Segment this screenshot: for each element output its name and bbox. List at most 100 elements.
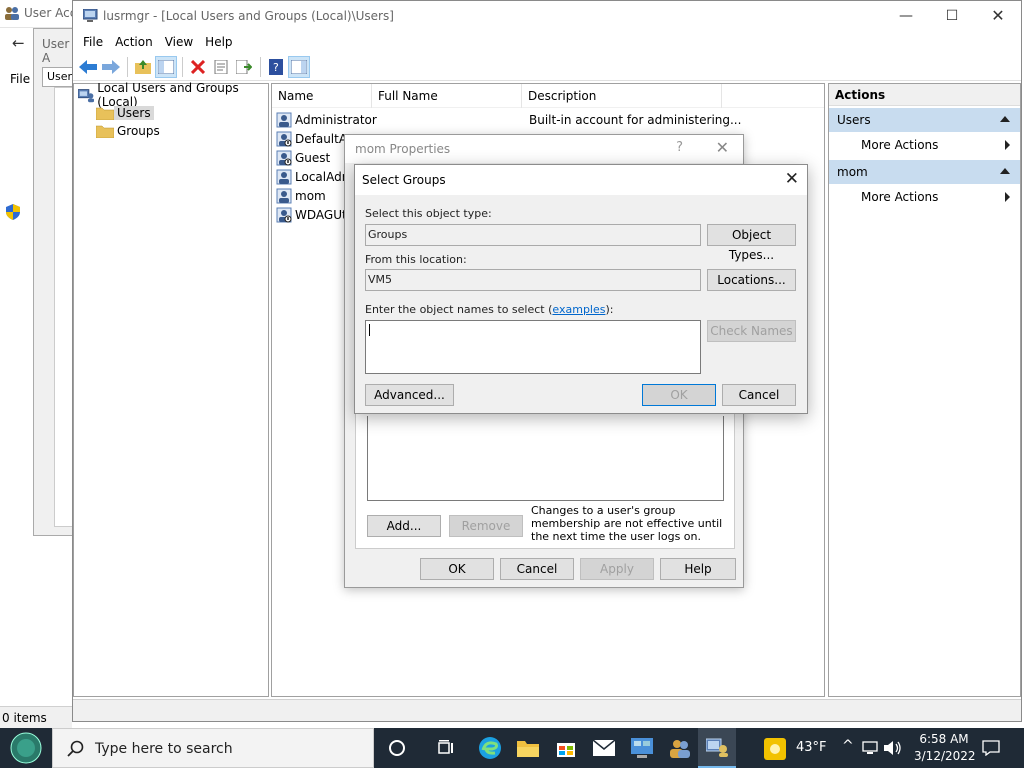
action-pane-icon [291,59,307,74]
close-icon[interactable]: ✕ [716,138,729,157]
minimize-button[interactable]: — [883,1,929,31]
user-name: Guest [295,151,331,165]
notifications-icon[interactable] [982,740,1000,756]
menu-bar: File Action View Help [73,31,1021,53]
help-button[interactable]: Help [660,558,736,580]
menu-action[interactable]: Action [109,35,159,49]
back-arrow-icon[interactable]: ← [12,34,25,52]
actions-section-mom[interactable]: mom [829,160,1020,184]
delete-x-icon [191,59,205,74]
tree-node-root[interactable]: Local Users and Groups (Local) [78,81,268,109]
check-names-button[interactable]: Check Names [707,320,796,342]
mail-taskbar-button[interactable] [585,728,623,768]
toolbar-separator [260,56,261,77]
network-icon[interactable] [862,741,878,755]
help-button[interactable]: ? [265,56,287,78]
maximize-button[interactable]: ☐ [929,1,975,31]
toolbar-separator [182,56,183,77]
start-button[interactable] [0,728,52,768]
collapse-up-icon[interactable] [1000,116,1010,122]
search-box[interactable]: Type here to search [52,728,374,768]
edge-taskbar-button[interactable] [471,728,509,768]
svg-text:?: ? [273,61,279,74]
back-button[interactable] [77,56,99,78]
volume-icon[interactable] [884,740,902,756]
cancel-button[interactable]: Cancel [722,384,796,406]
object-names-label-suffix: ): [605,303,614,316]
help-question-icon[interactable]: ? [676,140,683,155]
advanced-button[interactable]: Advanced... [365,384,454,406]
column-description[interactable]: Description [522,84,722,108]
weather-sun-icon[interactable] [764,738,786,760]
forward-button[interactable] [100,56,122,78]
add-button[interactable]: Add... [367,515,441,537]
member-of-list[interactable] [367,416,724,501]
toolbar-separator [127,56,128,77]
disabled-user-icon [276,150,292,166]
ok-button[interactable]: OK [420,558,494,580]
store-bag-icon [557,743,575,757]
more-actions-users[interactable]: More Actions [829,132,1020,158]
actions-section-title: Users [837,113,871,127]
background-menu-file[interactable]: File [10,72,30,86]
control-panel-taskbar-button[interactable] [623,728,661,768]
clock-date[interactable]: 3/12/2022 [914,749,976,763]
object-types-button[interactable]: Object Types... [707,224,796,262]
users-icon [5,7,19,20]
export-list-button[interactable] [233,56,255,78]
up-one-level-button[interactable] [132,56,154,78]
table-row[interactable]: Administrator Built-in account for admin… [276,111,816,130]
show-hide-action-pane-button[interactable] [288,55,310,78]
weather-temperature[interactable]: 43°F [796,740,827,755]
chevron-up-icon[interactable]: ^ [842,738,854,754]
menu-view[interactable]: View [159,35,199,49]
show-hide-console-tree-button[interactable] [155,55,177,78]
file-explorer-taskbar-button[interactable] [509,728,547,768]
user-name: WDAGUti [295,208,351,222]
submenu-arrow-icon [1005,140,1010,150]
search-icon [67,740,84,757]
delete-button[interactable] [187,56,209,78]
select-groups-titlebar: Select Groups ✕ [355,165,807,195]
task-view-icon [438,740,453,754]
tree-node-users[interactable]: Users [96,104,154,122]
object-names-input[interactable] [365,320,701,374]
properties-icon [214,59,228,74]
menu-help[interactable]: Help [199,35,238,49]
select-groups-dialog: Select Groups ✕ Select this object type:… [354,164,808,414]
store-taskbar-button[interactable] [547,728,585,768]
tree-node-groups[interactable]: Groups [96,122,163,140]
object-names-label: Enter the object names to select (exampl… [365,303,613,316]
more-actions-mom[interactable]: More Actions [829,184,1020,210]
collapse-up-icon[interactable] [1000,168,1010,174]
tree-users-label: Users [114,106,154,120]
column-full-name[interactable]: Full Name [372,84,522,108]
export-list-icon [236,59,252,74]
task-view-button[interactable] [427,728,465,768]
tree-groups-label: Groups [117,124,160,138]
list-header: Name Full Name Description [272,84,824,108]
close-button[interactable]: ✕ [975,1,1021,31]
forward-arrow-icon [102,59,120,74]
more-actions-label: More Actions [861,138,939,152]
clock-time[interactable]: 6:58 AM [914,732,974,746]
mail-envelope-icon [593,740,615,756]
locations-button[interactable]: Locations... [707,269,796,291]
ok-button[interactable]: OK [642,384,716,406]
cortana-button[interactable] [378,728,416,768]
apply-button[interactable]: Apply [580,558,654,580]
lusrmgr-taskbar-button[interactable] [698,728,736,768]
examples-link[interactable]: examples [552,303,605,316]
remove-button[interactable]: Remove [449,515,523,537]
menu-file[interactable]: File [77,35,109,49]
more-actions-label: More Actions [861,190,939,204]
actions-section-users[interactable]: Users [829,108,1020,132]
location-field: VM5 [365,269,701,291]
properties-button[interactable] [210,56,232,78]
cancel-button[interactable]: Cancel [500,558,574,580]
close-icon[interactable]: ✕ [785,169,799,189]
column-name[interactable]: Name [272,84,372,108]
user-accounts-taskbar-button[interactable] [661,728,699,768]
properties-title: mom Properties [355,142,451,156]
disabled-user-icon [276,207,292,223]
